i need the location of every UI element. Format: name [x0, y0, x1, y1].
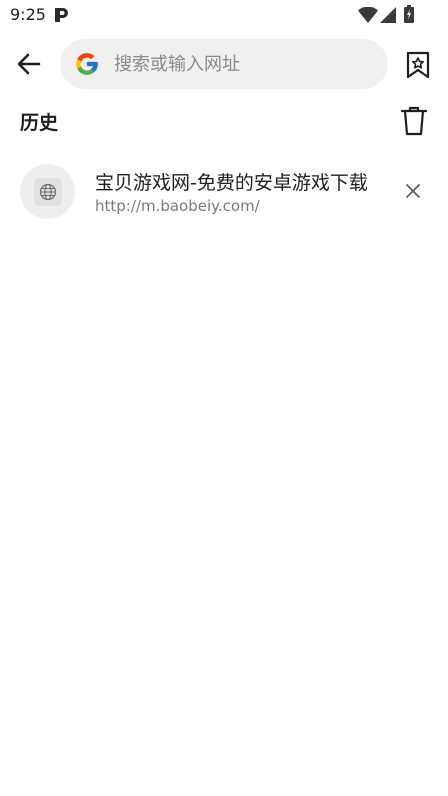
history-item-url: http://m.baobeiy.com/ — [95, 197, 260, 215]
toolbar — [0, 36, 448, 92]
battery-icon — [404, 5, 414, 23]
back-arrow-icon — [17, 53, 41, 75]
clear-history-button[interactable] — [398, 104, 430, 138]
search-box[interactable] — [60, 39, 388, 89]
search-input[interactable] — [114, 39, 374, 89]
bookmarks-button[interactable] — [402, 49, 434, 81]
favicon — [20, 164, 75, 219]
trash-icon — [401, 106, 427, 136]
history-list-item[interactable]: 宝贝游戏网-免费的安卓游戏下载 http://m.baobeiy.com/ — [0, 156, 448, 228]
status-bar: 9:25 — [0, 0, 448, 30]
status-time: 9:25 — [10, 5, 46, 24]
wifi-icon — [358, 7, 378, 23]
globe-icon — [39, 183, 56, 200]
bookmark-star-icon — [406, 51, 430, 79]
parking-app-icon — [55, 8, 68, 22]
history-header: 历史 — [0, 104, 448, 140]
close-icon — [406, 184, 420, 198]
back-button[interactable] — [10, 48, 48, 80]
signal-icon — [380, 7, 396, 23]
google-logo-icon — [76, 53, 98, 75]
history-title: 历史 — [20, 112, 59, 134]
remove-history-item-button[interactable] — [398, 176, 428, 206]
history-item-title: 宝贝游戏网-免费的安卓游戏下载 — [95, 172, 368, 194]
